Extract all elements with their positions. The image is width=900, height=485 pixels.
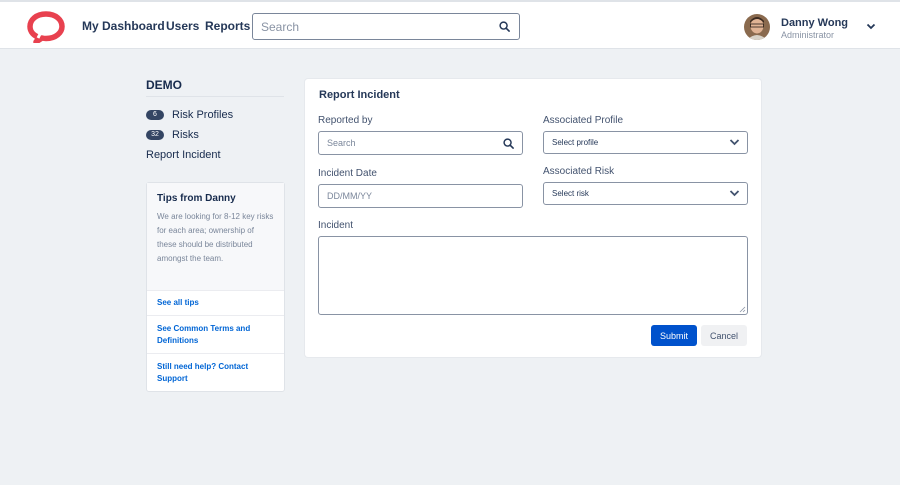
sidebar-item-label: Report Incident xyxy=(146,149,221,161)
associated-profile-select[interactable]: Select profile xyxy=(543,131,748,154)
chevron-down-icon xyxy=(729,139,740,146)
chevron-down-icon xyxy=(729,190,740,197)
sidebar-item-risks[interactable]: 32 Risks xyxy=(146,129,199,141)
cancel-button[interactable]: Cancel xyxy=(701,325,747,346)
user-name: Danny Wong xyxy=(781,17,849,29)
resize-handle-icon[interactable] xyxy=(739,306,746,313)
search-icon[interactable] xyxy=(499,21,510,32)
sidebar-item-label: Risks xyxy=(172,129,199,141)
associated-profile-label: Associated Profile xyxy=(543,115,624,126)
global-search xyxy=(252,13,520,40)
user-role: Administrator xyxy=(781,30,835,40)
count-badge: 6 xyxy=(146,110,164,120)
tips-title: Tips from Danny xyxy=(157,193,236,204)
nav-reports[interactable]: Reports xyxy=(205,19,250,33)
common-terms-link[interactable]: See Common Terms and Definitions xyxy=(147,316,284,354)
tips-panel: Tips from Danny We are looking for 8-12 … xyxy=(146,182,285,392)
contact-support-link[interactable]: Still need help? Contact Support xyxy=(147,354,284,392)
sidebar-item-report-incident[interactable]: Report Incident xyxy=(146,149,221,161)
selected-value: Select risk xyxy=(552,189,589,198)
see-all-tips-link[interactable]: See all tips xyxy=(147,291,284,316)
chevron-down-icon[interactable] xyxy=(866,23,876,30)
search-icon[interactable] xyxy=(503,138,514,149)
incident-label: Incident xyxy=(318,220,354,231)
report-incident-form: Report Incident Reported by Incident Dat… xyxy=(305,79,761,357)
tips-text: We are looking for 8-12 key risks for ea… xyxy=(157,212,274,263)
reported-by-label: Reported by xyxy=(318,115,373,126)
tips-header: Tips from Danny We are looking for 8-12 … xyxy=(147,183,284,291)
top-navigation-bar: My Dashboard Users Reports Danny Wong Ad… xyxy=(0,0,900,49)
global-search-input[interactable] xyxy=(253,14,483,39)
sidebar-title: DEMO xyxy=(146,78,182,92)
incident-date-input[interactable] xyxy=(319,185,522,207)
nav-my-dashboard[interactable]: My Dashboard xyxy=(82,19,165,33)
associated-risk-select[interactable]: Select risk xyxy=(543,182,748,205)
page-title: Report Incident xyxy=(319,89,400,101)
incident-textarea[interactable] xyxy=(319,237,747,314)
sidebar-item-risk-profiles[interactable]: 6 Risk Profiles xyxy=(146,109,233,121)
count-badge: 32 xyxy=(146,130,164,140)
avatar[interactable] xyxy=(744,14,770,40)
submit-button[interactable]: Submit xyxy=(651,325,697,346)
nav-users[interactable]: Users xyxy=(166,19,199,33)
sidebar-divider xyxy=(146,96,284,97)
selected-value: Select profile xyxy=(552,138,599,147)
user-avatar-icon xyxy=(744,14,770,40)
incident-date-label: Incident Date xyxy=(318,168,377,179)
sidebar-item-label: Risk Profiles xyxy=(172,109,234,121)
reported-by-input[interactable] xyxy=(319,132,522,154)
reported-by-field xyxy=(318,131,523,155)
brand-logo-icon[interactable] xyxy=(26,11,66,43)
incident-date-field xyxy=(318,184,523,208)
associated-risk-label: Associated Risk xyxy=(543,166,615,177)
incident-field xyxy=(318,236,748,315)
